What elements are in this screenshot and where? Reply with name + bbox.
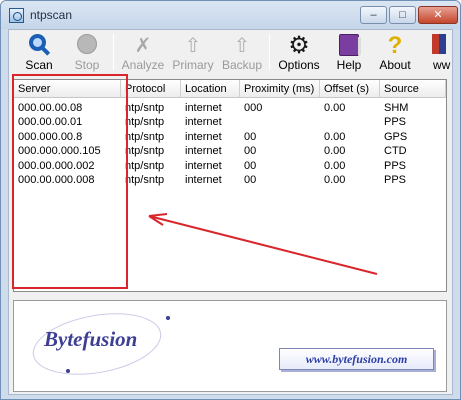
arrow-shaft — [148, 215, 378, 275]
annotation-arrow — [148, 213, 378, 275]
ntpscan-window: ntpscan – □ ✕ Scan Stop ✗ Analyze ⇧ Prim… — [0, 0, 461, 400]
